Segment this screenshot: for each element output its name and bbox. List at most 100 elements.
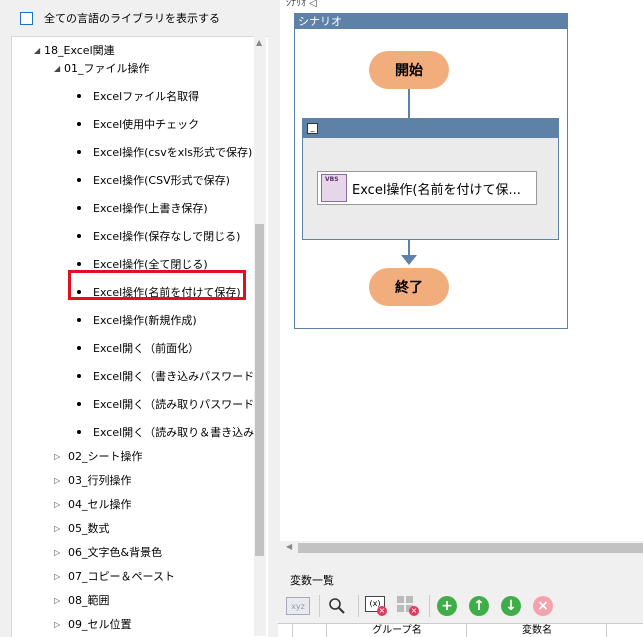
excel-save-as-action[interactable]: VBS Excel操作(名前を付けて保... (317, 171, 537, 205)
down-glyph: ↓ (501, 596, 521, 616)
add-icon[interactable]: + (433, 592, 461, 620)
column-header-variable[interactable]: 変数名 (466, 624, 607, 637)
tree-item[interactable]: Excel操作(上書き保存) (77, 199, 208, 217)
bullet-icon (77, 122, 81, 126)
show-all-label: 全ての言語のライブラリを表示する (44, 12, 220, 25)
variables-grid[interactable]: グループ名 変数名 (278, 623, 643, 637)
canvas-horizontal-scrollbar[interactable]: ◀ (284, 541, 643, 555)
tree-folder[interactable]: ▷ 09_セル位置 (54, 615, 132, 633)
tree-folder[interactable]: ▷ 05_数式 (54, 519, 110, 537)
tree-item-label: Excel開く（読み取りパスワード付 (93, 398, 266, 411)
vbs-script-icon: VBS (321, 174, 347, 202)
tree-folder[interactable]: ▷ 02_シート操作 (54, 447, 143, 465)
scroll-left-icon[interactable]: ◀ (286, 542, 292, 551)
grid-delete-icon[interactable]: × (394, 592, 422, 620)
collapsed-arrow-icon[interactable]: ▷ (54, 548, 64, 557)
tree-item[interactable]: Excel使用中チェック (77, 115, 199, 133)
collapsed-arrow-icon[interactable]: ▷ (54, 596, 64, 605)
search-icon[interactable] (323, 592, 351, 620)
tree-folder-label: 03_行列操作 (68, 474, 132, 487)
tree-folder[interactable]: ▷ 07_コピー＆ペースト (54, 567, 175, 585)
bullet-icon (77, 430, 81, 434)
collapsed-arrow-icon[interactable]: ▷ (54, 524, 64, 533)
remove-glyph: × (533, 596, 553, 616)
tree-item-label: Excel開く（読み取り＆書き込み (93, 426, 255, 439)
tree-item[interactable]: Excel操作(新規作成) (77, 311, 197, 329)
collapsed-arrow-icon[interactable]: ▷ (54, 452, 64, 461)
tree-item[interactable]: Excel操作(保存なしで閉じる) (77, 227, 240, 245)
variables-toolbar: xyz (x) × × + ↑ ↓ × (284, 591, 561, 621)
tree-folder[interactable]: ▷ 08_範囲 (54, 591, 110, 609)
delete-badge-icon: × (377, 606, 387, 616)
end-node[interactable]: 終了 (369, 268, 449, 306)
bullet-icon (77, 206, 81, 210)
tree-folder-label: 01_ファイル操作 (64, 62, 150, 75)
group-header[interactable] (303, 119, 558, 138)
tree-item-label: Excel操作(新規作成) (93, 314, 197, 327)
tree-folder[interactable]: ▷ 04_セル操作 (54, 495, 132, 513)
library-panel: 全ての言語のライブラリを表示する ◢ 18_Excel関連 ◢ 01_ファイル操… (0, 0, 276, 637)
show-all-checkbox[interactable] (20, 11, 33, 25)
tree-item[interactable]: Excel開く（読み取りパスワード付 (77, 395, 265, 413)
column-header-extra (606, 624, 643, 637)
action-label: Excel操作(名前を付けて保... (352, 182, 521, 198)
tree-vertical-scrollbar[interactable]: ▲ (254, 36, 266, 636)
tree-folder-01-file[interactable]: ◢ 01_ファイル操作 (54, 59, 150, 77)
bullet-icon (77, 318, 81, 322)
highlight-box (68, 270, 246, 300)
bullet-icon (77, 346, 81, 350)
tree-folder-label: 09_セル位置 (68, 618, 132, 631)
grid-delete-graphic: × (397, 596, 419, 616)
tree-folder[interactable]: ▷ 06_文字色&背景色 (54, 543, 162, 561)
action-group[interactable]: _ VBS Excel操作(名前を付けて保... (302, 118, 559, 240)
tree-item-label: Excel操作(CSV形式で保存) (93, 174, 230, 187)
delete-badge-icon: × (409, 606, 419, 616)
bullet-icon (77, 178, 81, 182)
start-node[interactable]: 開始 (369, 51, 449, 89)
tree-item[interactable]: Excel開く（読み取り＆書き込み (77, 423, 254, 441)
tree-folder-label: 08_範囲 (68, 594, 110, 607)
collapsed-arrow-icon[interactable]: ▷ (54, 620, 64, 629)
tree-item-label: Excel使用中チェック (93, 118, 200, 131)
toolbar-separator (358, 595, 359, 617)
expanded-arrow-icon[interactable]: ◢ (54, 64, 64, 73)
move-down-icon[interactable]: ↓ (497, 592, 525, 620)
bullet-icon (77, 150, 81, 154)
tree-folder-label: 04_セル操作 (68, 498, 132, 511)
tree-folder-label: 02_シート操作 (68, 450, 143, 463)
collapsed-arrow-icon[interactable]: ▷ (54, 500, 64, 509)
bullet-icon (77, 402, 81, 406)
tree-item[interactable]: Excel開く（前面化） (77, 339, 199, 357)
tree-item[interactable]: Excel操作(CSV形式で保存) (77, 171, 230, 189)
tree-item[interactable]: Excel操作(csvをxls形式で保存) (77, 143, 252, 161)
column-header-blank (292, 624, 327, 637)
expanded-arrow-icon[interactable]: ◢ (34, 46, 44, 55)
xyz-icon[interactable]: xyz (284, 592, 312, 620)
variables-title: 変数一覧 (290, 574, 334, 587)
collapsed-arrow-icon[interactable]: ▷ (54, 572, 64, 581)
bullet-icon (77, 94, 81, 98)
scrollbar-thumb[interactable] (255, 224, 264, 556)
scrollbar-thumb[interactable] (298, 543, 643, 553)
tree-item-label: Excel開く（書き込みパスワード付 (93, 370, 266, 383)
vbs-icon-label: VBS (325, 176, 339, 183)
tree-folder[interactable]: ▷ 03_行列操作 (54, 471, 132, 489)
tree-folder-18-excel[interactable]: ◢ 18_Excel関連 (34, 41, 115, 59)
show-all-languages-option[interactable]: 全ての言語のライブラリを表示する (20, 9, 220, 27)
remove-icon[interactable]: × (529, 592, 557, 620)
tree-item[interactable]: Excel開く（書き込みパスワード付 (77, 367, 265, 385)
editor-tab-hint[interactable]: ｼﾅﾘｵ ◁ (286, 0, 317, 9)
bullet-icon (77, 374, 81, 378)
move-up-icon[interactable]: ↑ (465, 592, 493, 620)
column-header-group[interactable]: グループ名 (326, 624, 467, 637)
group-minimize-button[interactable]: _ (307, 123, 318, 134)
variable-delete-icon[interactable]: (x) × (362, 592, 390, 620)
tree-item[interactable]: Excelファイル名取得 (77, 87, 199, 105)
tree-item-label: Excelファイル名取得 (93, 90, 200, 103)
tree-item-label: Excel開く（前面化） (93, 342, 200, 355)
scroll-up-icon[interactable]: ▲ (256, 38, 262, 47)
collapsed-arrow-icon[interactable]: ▷ (54, 476, 64, 485)
toolbar-separator (319, 595, 320, 617)
add-glyph: + (437, 596, 457, 616)
tree-folder-label: 06_文字色&背景色 (68, 546, 163, 559)
